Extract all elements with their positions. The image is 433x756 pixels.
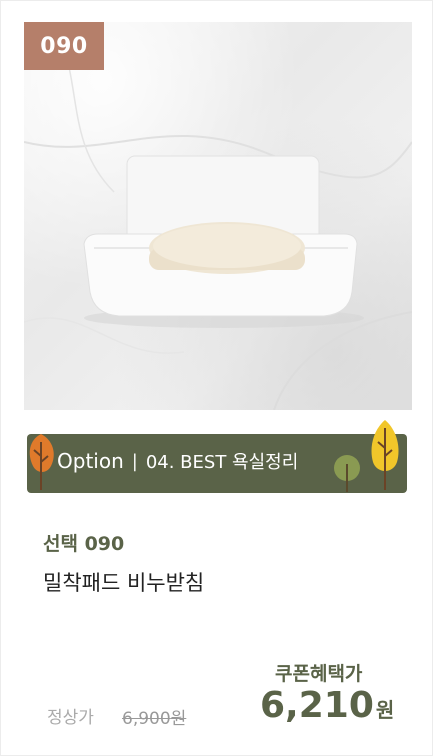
regular-price: 6,900원 [122, 704, 186, 729]
category-label: 04. BEST 욕실정리 [145, 452, 299, 473]
category-banner[interactable]: Option | 04. BEST 욕실정리 [27, 420, 407, 493]
option-code-badge: 090 [24, 22, 104, 70]
coupon-price: 6,210 원 [260, 685, 394, 726]
banner-separator: | [131, 450, 138, 472]
yellow-tree-icon [371, 420, 399, 490]
option-label: Option [57, 449, 124, 473]
green-bush-icon [334, 455, 360, 492]
product-card[interactable]: 090 Option | 04. BEST 욕실정리 선택 090 밀착패드 비… [0, 0, 433, 756]
product-image[interactable] [24, 22, 412, 410]
product-name[interactable]: 밀착패드 비누받침 [43, 567, 204, 597]
coupon-price-label: 쿠폰혜택가 [275, 663, 363, 685]
option-name: 선택 090 [43, 533, 125, 555]
soap-dish-illustration [24, 22, 412, 410]
regular-price-label: 정상가 [47, 708, 94, 728]
coupon-price-value: 6,210 [260, 685, 374, 726]
regular-price-value: 6,900 [122, 709, 171, 729]
coupon-price-unit: 원 [375, 698, 395, 722]
banner-text: Option | 04. BEST 욕실정리 [57, 448, 298, 474]
regular-price-unit: 원 [170, 709, 187, 729]
autumn-tree-icon [29, 434, 54, 490]
